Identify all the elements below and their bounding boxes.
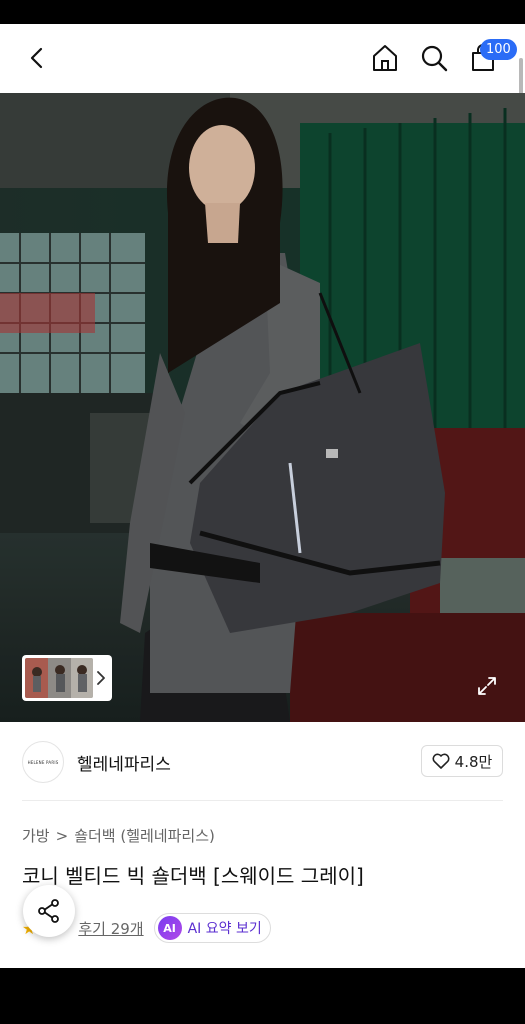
- thumbnail-strip[interactable]: [22, 655, 112, 701]
- share-icon: [38, 899, 59, 923]
- system-nav-bar: [0, 968, 525, 1024]
- thumbnail-image[interactable]: [25, 658, 93, 698]
- back-button[interactable]: [18, 38, 58, 78]
- breadcrumb-subcategory[interactable]: 숄더백 (헬레네파리스): [74, 825, 215, 846]
- share-button[interactable]: [23, 885, 75, 937]
- thumbnail-next-button[interactable]: [93, 658, 109, 698]
- expand-image-button[interactable]: [472, 671, 502, 701]
- home-button[interactable]: [365, 38, 405, 78]
- ai-summary-button[interactable]: AI AI 요약 보기: [153, 913, 271, 943]
- brand-logo-text: HELENE PARIS: [27, 759, 59, 765]
- product-title: 코니 벨티드 빅 숄더백 [스웨이드 그레이]: [22, 864, 364, 888]
- product-info: HELENE PARIS 헬레네파리스 4.8만 가방 > 숄더백 (헬레네파리…: [0, 722, 525, 968]
- like-count: 4.8만: [454, 752, 493, 771]
- reviews-link[interactable]: 후기 29개: [78, 918, 143, 939]
- product-hero-image[interactable]: [0, 93, 525, 722]
- chevron-left-icon: [30, 47, 43, 69]
- search-icon: [421, 45, 448, 72]
- divider: [22, 800, 503, 801]
- status-bar: [0, 0, 525, 24]
- home-icon: [373, 45, 397, 71]
- chevron-right-icon: [97, 671, 105, 685]
- search-button[interactable]: [414, 38, 454, 78]
- breadcrumb-separator: >: [55, 826, 69, 845]
- product-photo: [0, 93, 525, 722]
- top-nav-bar: 100: [0, 24, 525, 102]
- brand-name[interactable]: 헬레네파리스: [77, 750, 171, 775]
- brand-logo[interactable]: HELENE PARIS: [22, 741, 64, 783]
- ai-summary-label: AI 요약 보기: [187, 921, 262, 937]
- cart-count-badge: 100: [480, 39, 517, 60]
- ai-badge-icon: AI: [157, 916, 182, 940]
- like-button[interactable]: 4.8만: [421, 745, 503, 777]
- expand-icon: [478, 677, 496, 695]
- breadcrumb: 가방 > 숄더백 (헬레네파리스): [22, 825, 215, 846]
- breadcrumb-category[interactable]: 가방: [22, 825, 50, 846]
- heart-icon: [432, 753, 450, 769]
